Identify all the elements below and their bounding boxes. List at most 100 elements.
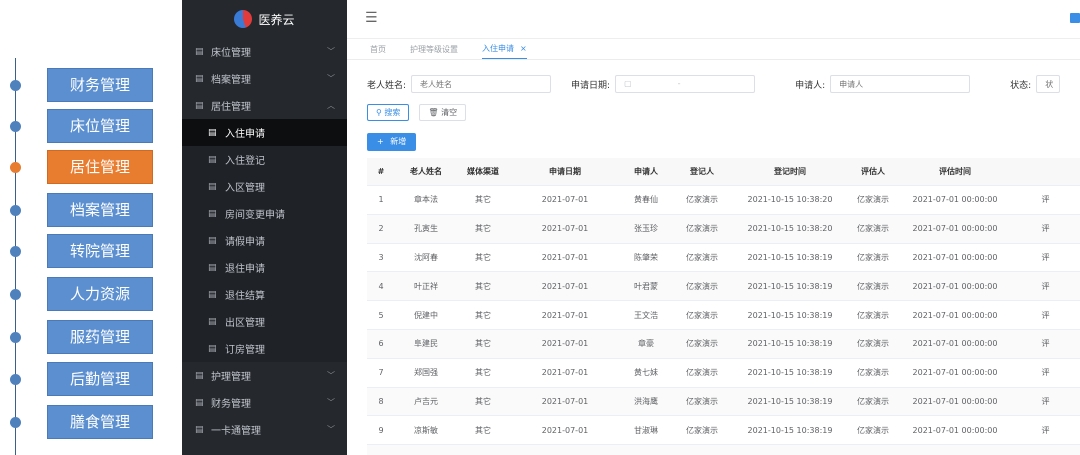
status-select[interactable] <box>1036 75 1061 93</box>
timeline-dot-icon <box>10 417 21 428</box>
name-label: 老人姓名: <box>367 80 407 91</box>
hamburger-menu-icon[interactable]: ☰ <box>365 10 378 26</box>
table-cell: 亿家演示 <box>671 444 733 455</box>
sidebar-menu-item[interactable]: ▤ 一卡通管理 ﹀ <box>182 416 347 443</box>
tab-item[interactable]: 入住申请 × <box>482 43 527 59</box>
timeline-button[interactable]: 服药管理 <box>47 320 153 354</box>
table-cell: 4 <box>367 271 395 302</box>
table-cell: 2021-10-15 10:38:19 <box>733 358 847 388</box>
table-cell: 亿家演示 <box>671 358 733 388</box>
table-cell: 2 <box>367 214 395 244</box>
sidebar-submenu-label: 房间变更申请 <box>225 210 285 221</box>
table-row[interactable]: 2 孔寅生 其它 2021-07-01 张玉珍 亿家演示 2021-10-15 10:38:… <box>367 214 1080 244</box>
table-cell: 评 <box>1011 444 1080 455</box>
main-content: ☰ 首页 护理等级设置 入住申请 × 老人姓名: 申请日期: ▢ - 申请人: 状态:… <box>347 0 1080 455</box>
timeline-button[interactable]: 财务管理 <box>47 68 153 102</box>
close-icon[interactable]: × <box>520 44 527 53</box>
table-cell: 其它 <box>457 329 509 359</box>
name-search-input[interactable] <box>411 75 552 93</box>
table-row[interactable]: 7 郑国强 其它 2021-07-01 黄七妹 亿家演示 2021-10-15 10:38:… <box>367 358 1080 388</box>
menu-doc-icon: ▤ <box>208 154 217 165</box>
table-cell: 9 <box>367 415 395 446</box>
sidebar-menu-item[interactable]: ▤ 床位管理 ﹀ <box>182 38 347 65</box>
sidebar-submenu-item[interactable]: ▤ 房间变更申请 <box>182 200 347 227</box>
timeline-button[interactable]: 转院管理 <box>47 234 153 268</box>
sidebar-submenu-label: 请假申请 <box>225 237 265 248</box>
clear-button[interactable]: 🗑 清空 <box>419 104 467 121</box>
status-label: 状态: <box>1010 80 1032 91</box>
timeline-button[interactable]: 居住管理 <box>47 150 153 184</box>
timeline-button[interactable]: 人力资源 <box>47 277 153 311</box>
table-cell: 其它 <box>457 358 509 388</box>
table-row[interactable]: 4 叶正祥 其它 2021-07-01 叶君蒙 亿家演示 2021-10-15 10:38:… <box>367 271 1080 302</box>
sidebar-menu-item[interactable]: ▤ 居住管理 ︿ <box>182 92 347 119</box>
table-cell: 2021-07-01 <box>509 300 621 330</box>
date-label: 申请日期: <box>571 80 611 91</box>
table-cell: 2021-07-01 00:00:00 <box>899 271 1011 302</box>
sidebar-menu-item[interactable]: ▤ 档案管理 ﹀ <box>182 65 347 92</box>
sidebar-menu-item[interactable]: ▤ 财务管理 ﹀ <box>182 389 347 416</box>
table-row[interactable]: 9 凉斯敏 其它 2021-07-01 甘淑琳 亿家演示 2021-10-15 10:38:… <box>367 415 1080 446</box>
table-row[interactable]: 6 阜建民 其它 2021-07-01 章豪 亿家演示 2021-10-15 10:38:1… <box>367 329 1080 359</box>
table-cell: 亿家演示 <box>671 387 733 417</box>
table-cell: 2021-10-15 10:38:19 <box>733 415 847 446</box>
timeline-item: 膳食管理 <box>0 405 160 439</box>
sidebar-submenu-item[interactable]: ▤ 入区管理 <box>182 173 347 200</box>
chevron-up-icon: ︿ <box>327 101 335 110</box>
table-cell: 2021-10-15 10:38:20 <box>733 214 847 244</box>
table-cell: 2021-10-15 10:38:19 <box>733 329 847 359</box>
table-cell: 2021-07-01 00:00:00 <box>899 358 1011 388</box>
sidebar-submenu-item[interactable]: ▤ 订房管理 <box>182 335 347 362</box>
sidebar-submenu-item[interactable]: ▤ 请假申请 <box>182 227 347 254</box>
table-cell: 评 <box>1011 243 1080 273</box>
sidebar-submenu-item[interactable]: ▤ 出区管理 <box>182 308 347 335</box>
date-range-picker[interactable]: ▢ - <box>615 75 756 93</box>
tab-label: 护理等级设置 <box>410 45 458 54</box>
sidebar-submenu-item[interactable]: ▤ 入住登记 <box>182 146 347 173</box>
table-cell: 凉斯敏 <box>395 415 457 446</box>
table-row[interactable]: 5 倪建中 其它 2021-07-01 王文浩 亿家演示 2021-10-15 10:38:… <box>367 300 1080 330</box>
table-cell: 评 <box>1011 415 1080 446</box>
table-row[interactable]: 1 章本法 其它 2021-07-01 黄春仙 亿家演示 2021-10-15 10:38:… <box>367 185 1080 215</box>
sidebar-menu-label: 床位管理 <box>211 48 251 59</box>
tab-bar: 首页 护理等级设置 入住申请 × <box>347 39 1080 60</box>
tab-item[interactable]: 护理等级设置 <box>410 44 458 59</box>
sidebar-submenu-item[interactable]: ▤ 退住申请 <box>182 254 347 281</box>
table-row[interactable]: 3 沈阿春 其它 2021-07-01 陈肇荣 亿家演示 2021-10-15 10:38:… <box>367 243 1080 273</box>
sidebar-menu-item[interactable]: ▤ 护理管理 ﹀ <box>182 362 347 389</box>
tab-label: 首页 <box>370 45 386 54</box>
table-cell: 亿家演示 <box>671 214 733 244</box>
table-cell: 郑国强 <box>395 358 457 388</box>
timeline-dot-icon <box>10 332 21 343</box>
table-cell: 其它 <box>457 444 509 455</box>
app-logo-icon <box>234 10 253 28</box>
topbar-action-icon[interactable] <box>1070 13 1080 23</box>
table-cell: 2021-07-01 <box>509 243 621 273</box>
search-form: 老人姓名: 申请日期: ▢ - 申请人: 状态: <box>367 74 1061 94</box>
timeline-item: 后勤管理 <box>0 362 160 396</box>
timeline-dot-icon <box>10 205 21 216</box>
applicant-search-input[interactable] <box>830 75 971 93</box>
timeline-button[interactable]: 膳食管理 <box>47 405 153 439</box>
sidebar-submenu-item[interactable]: ▤ 入住申请 <box>182 119 347 146</box>
column-header: 登记人 <box>671 158 733 186</box>
table-cell: 3 <box>367 243 395 273</box>
table-cell: 评 <box>1011 214 1080 244</box>
table-cell: 王森杰 <box>621 444 671 455</box>
table-row[interactable]: 8 卢吉元 其它 2021-07-01 洪海鹰 亿家演示 2021-10-15 10:38:… <box>367 387 1080 417</box>
sidebar-submenu-label: 入住申请 <box>225 129 265 140</box>
tab-item[interactable]: 首页 <box>370 44 386 59</box>
table-cell: 7 <box>367 358 395 388</box>
table-cell: 8 <box>367 387 395 417</box>
sidebar-submenu-item[interactable]: ▤ 退住结算 <box>182 281 347 308</box>
timeline-button[interactable]: 档案管理 <box>47 193 153 227</box>
timeline-button[interactable]: 后勤管理 <box>47 362 153 396</box>
table-cell: 亿家演示 <box>671 329 733 359</box>
timeline-dot-icon <box>10 246 21 257</box>
add-button[interactable]: + 新增 <box>367 133 417 151</box>
search-button[interactable]: ⚲ 搜索 <box>367 104 410 121</box>
menu-doc-icon: ▤ <box>208 181 217 192</box>
table-row[interactable]: 10殷新昌其它2021-07-01王森杰亿家演示2021-10-15 10:38… <box>367 444 1080 455</box>
timeline-button[interactable]: 床位管理 <box>47 109 153 143</box>
table-cell: 甘淑琳 <box>621 415 671 446</box>
